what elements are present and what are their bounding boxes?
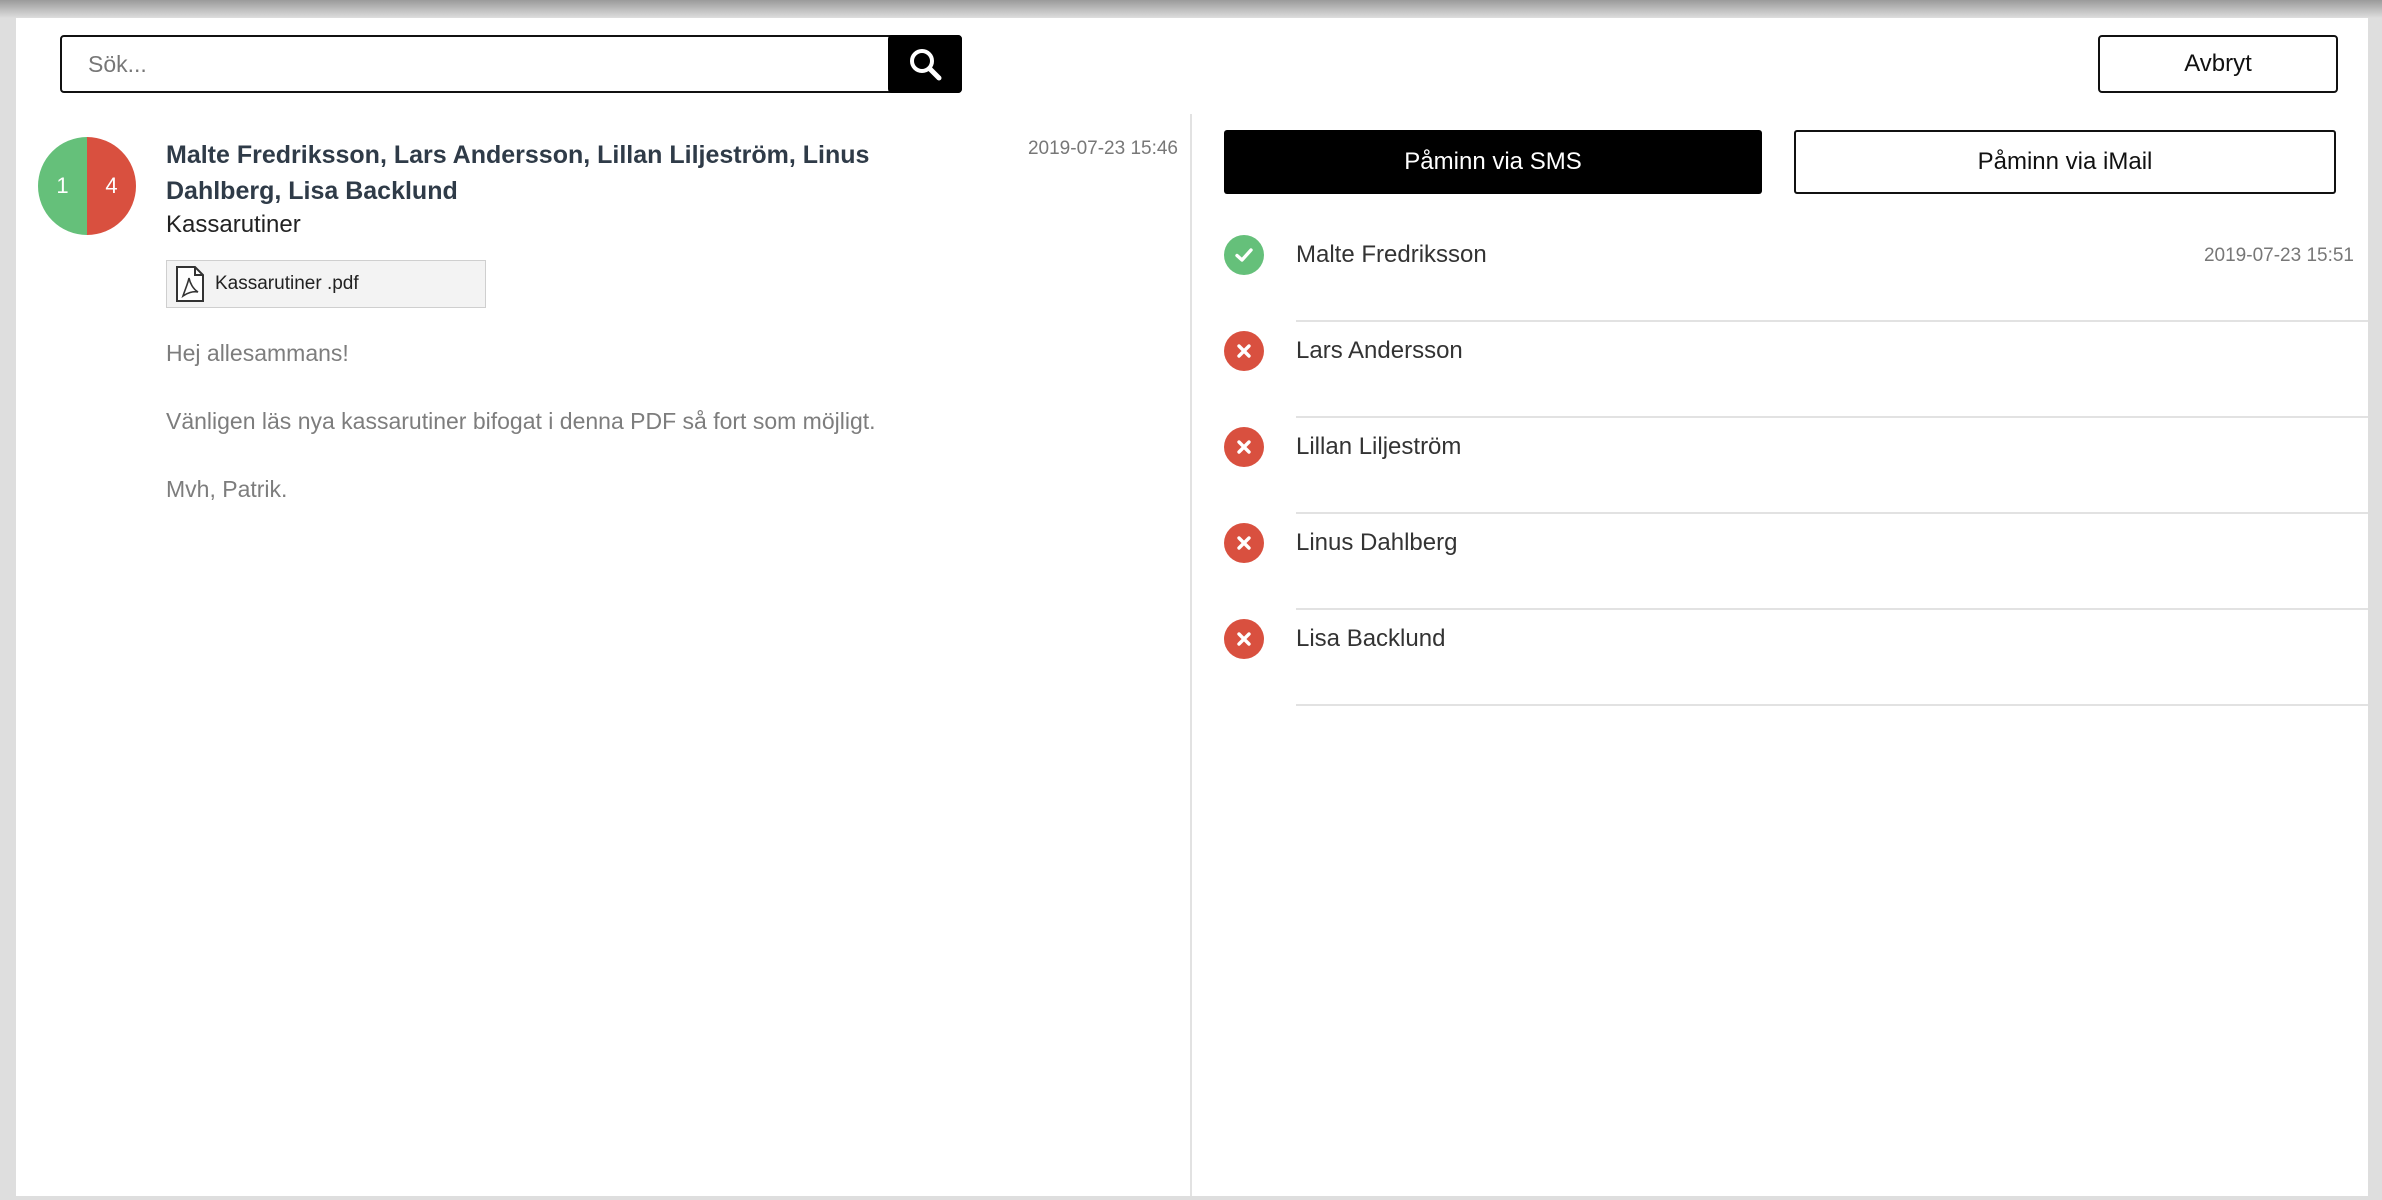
recipient-name: Lillan Liljeström — [1296, 433, 1462, 460]
message-greeting: Hej allesammans! — [166, 340, 349, 366]
message-subject: Kassarutiner — [166, 211, 301, 238]
read-count: 1 — [56, 173, 69, 198]
window-top-shadow — [0, 0, 2382, 18]
recipient-name: Lisa Backlund — [1296, 625, 1446, 652]
read-stats-pie: 1 4 — [38, 137, 136, 235]
search-bar — [60, 35, 962, 93]
recipient-name: Lars Andersson — [1296, 337, 1463, 364]
status-row: Linus Dahlberg — [1224, 514, 2368, 610]
attachment-name: Kassarutiner .pdf — [215, 273, 359, 294]
app-window: Avbryt 1 4 Malte Fredriksson, Lars Ander… — [16, 18, 2368, 1196]
status-row: Malte Fredriksson 2019-07-23 15:51 — [1224, 226, 2368, 322]
search-button[interactable] — [888, 35, 962, 93]
search-icon — [910, 49, 942, 81]
row-divider — [1296, 704, 2368, 706]
cross-icon — [1224, 523, 1264, 563]
check-icon — [1224, 235, 1264, 275]
cross-icon — [1224, 331, 1264, 371]
status-row: Lillan Liljeström — [1224, 418, 2368, 514]
cross-icon — [1224, 427, 1264, 467]
pdf-file-icon — [173, 264, 207, 304]
search-input[interactable] — [62, 37, 888, 91]
read-time: 2019-07-23 15:51 — [2203, 245, 2354, 266]
message-recipients: Malte Fredriksson, Lars Andersson, Lilla… — [166, 141, 870, 205]
recipient-name: Malte Fredriksson — [1296, 241, 1487, 268]
remind-sms-button[interactable]: Påminn via SMS — [1224, 130, 1762, 194]
remind-imail-button[interactable]: Påminn via iMail — [1794, 130, 2336, 194]
panel-divider — [1190, 114, 1192, 1196]
message-text: Vänligen läs nya kassarutiner bifogat i … — [166, 408, 876, 434]
message-signoff: Mvh, Patrik. — [166, 476, 288, 502]
status-row: Lisa Backlund — [1224, 610, 2368, 706]
unread-count: 4 — [105, 173, 118, 198]
recipient-name: Linus Dahlberg — [1296, 529, 1458, 556]
read-status-list: Malte Fredriksson 2019-07-23 15:51 Lars … — [1224, 226, 2368, 706]
cancel-button[interactable]: Avbryt — [2098, 35, 2338, 93]
message-date: 2019-07-23 15:46 — [1027, 138, 1178, 159]
status-row: Lars Andersson — [1224, 322, 2368, 418]
cross-icon — [1224, 619, 1264, 659]
attachment-pdf[interactable]: Kassarutiner .pdf — [166, 260, 486, 308]
